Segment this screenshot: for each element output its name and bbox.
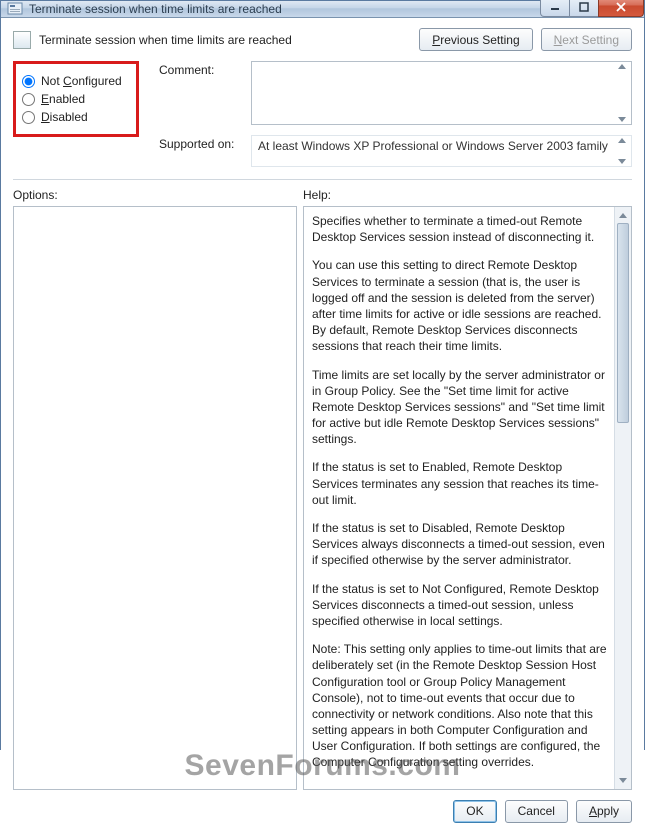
comment-textarea[interactable] [251,61,632,125]
options-label: Options: [13,188,303,202]
help-panel: Specifies whether to terminate a timed-o… [303,206,632,790]
scroll-up-icon [618,64,626,69]
help-label: Help: [303,188,331,202]
help-paragraph: If the status is set to Disabled, Remote… [312,520,611,569]
supported-on-value: At least Windows XP Professional or Wind… [258,139,608,153]
supported-on-value-box: At least Windows XP Professional or Wind… [251,135,632,167]
help-paragraph: If the status is set to Enabled, Remote … [312,459,611,508]
policy-icon [7,1,23,17]
scroll-down-icon [618,117,626,122]
options-panel [13,206,297,790]
chevron-up-icon [619,213,627,218]
chevron-down-icon [619,778,627,783]
radio-enabled[interactable]: Enabled [22,92,126,106]
scroll-thumb[interactable] [617,223,629,423]
help-paragraph: Note: This setting only applies to time-… [312,641,611,771]
radio-disabled-input[interactable] [22,111,35,124]
scroll-down-button[interactable] [616,773,631,789]
window-title: Terminate session when time limits are r… [29,2,541,16]
radio-enabled-label: Enabled [41,92,85,106]
apply-button[interactable]: Apply [576,800,632,823]
divider [13,179,632,180]
help-paragraph: If the status is set to Not Configured, … [312,581,611,630]
comment-label: Comment: [159,61,241,125]
radio-enabled-input[interactable] [22,93,35,106]
help-scrollbar[interactable] [614,207,631,789]
comment-scrollbar[interactable] [615,64,629,122]
scroll-track[interactable] [615,223,631,773]
state-radio-group: Not Configured Enabled Disabled [13,61,139,137]
scroll-up-button[interactable] [616,207,631,223]
help-paragraph: You can use this setting to direct Remot… [312,257,611,354]
radio-not-configured[interactable]: Not Configured [22,74,126,88]
radio-not-configured-label: Not Configured [41,74,122,88]
scroll-up-icon [618,138,626,143]
next-setting-button: Next Setting [541,28,632,51]
cancel-button[interactable]: Cancel [505,800,568,823]
supported-on-label: Supported on: [159,135,241,167]
policy-header-icon [13,31,31,49]
radio-not-configured-input[interactable] [22,75,35,88]
ok-button[interactable]: OK [453,800,496,823]
scroll-down-icon [618,159,626,164]
page-title: Terminate session when time limits are r… [39,33,411,47]
radio-disabled-label: Disabled [41,110,88,124]
radio-disabled[interactable]: Disabled [22,110,126,124]
previous-setting-button[interactable]: Previous Setting [419,28,532,51]
help-paragraph: Time limits are set locally by the serve… [312,367,611,448]
close-button[interactable] [598,0,644,17]
supported-scrollbar[interactable] [615,138,629,164]
minimize-button[interactable] [540,0,570,17]
titlebar[interactable]: Terminate session when time limits are r… [1,1,644,18]
help-paragraph: Specifies whether to terminate a timed-o… [312,213,611,245]
maximize-button[interactable] [569,0,599,17]
